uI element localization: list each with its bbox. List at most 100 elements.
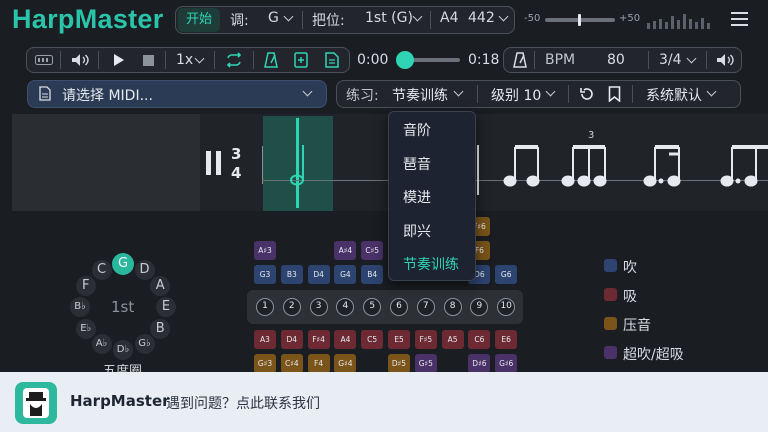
harp-note-cell[interactable]: G♯3 <box>254 354 276 373</box>
document-icon[interactable] <box>325 52 339 68</box>
range-min-label: -50 <box>524 13 541 24</box>
harp-note-cell[interactable]: G3 <box>254 265 276 284</box>
menu-item-sequence[interactable]: 模进 <box>403 187 431 207</box>
harp-note-cell[interactable]: G6 <box>495 265 518 284</box>
triplet-label: 3 <box>588 130 595 141</box>
key-select[interactable]: G <box>268 10 279 26</box>
harmonica-icon[interactable] <box>35 55 53 65</box>
position-select[interactable]: 1st (G) <box>365 10 413 26</box>
divider <box>60 51 61 69</box>
legend-label: 超吹/超吸 <box>623 347 684 363</box>
cof-note[interactable]: B♭ <box>70 297 90 317</box>
cof-note[interactable]: A <box>150 275 171 296</box>
harp-note-cell[interactable]: D4 <box>280 330 303 349</box>
menu-item-rhythm-training[interactable]: 节奏训练 <box>403 254 459 274</box>
cof-note[interactable]: B <box>150 318 171 339</box>
harp-note-cell[interactable]: G4 <box>334 265 357 284</box>
harp-note-cell[interactable]: A4 <box>334 330 357 349</box>
tuning-slider[interactable] <box>545 14 615 26</box>
speed-select[interactable]: 1x <box>176 52 193 68</box>
progress-slider[interactable] <box>396 51 460 69</box>
divider <box>568 85 569 103</box>
harp-note-cell[interactable]: D4 <box>307 265 330 284</box>
divider <box>302 11 303 29</box>
midi-file-placeholder: 请选择 MIDI... <box>62 88 153 104</box>
cof-note[interactable]: A♭ <box>91 334 112 355</box>
divider <box>98 51 99 69</box>
hole-number[interactable]: 8 <box>443 298 462 316</box>
hole-number[interactable]: 7 <box>416 298 435 316</box>
cof-note[interactable]: F <box>75 275 96 296</box>
harp-note-cell[interactable]: C5 <box>361 330 384 349</box>
position-label: 把位: <box>312 13 345 29</box>
cof-note[interactable]: E <box>156 297 176 317</box>
divider <box>430 11 431 29</box>
harp-note-cell[interactable]: D♯5 <box>388 354 410 373</box>
harp-note-cell[interactable]: C♯4 <box>280 354 303 373</box>
hole-number[interactable]: 2 <box>282 298 301 316</box>
stop-icon[interactable] <box>143 55 154 66</box>
menu-item-scale[interactable]: 音阶 <box>403 120 431 140</box>
support-banner[interactable]: HarpMaster 遇到问题？点此联系我们 <box>0 372 768 432</box>
banner-app-name: HarpMaster <box>70 392 170 410</box>
divider <box>534 51 535 69</box>
cof-note[interactable]: G♭ <box>134 334 155 355</box>
harmonica-player-icon <box>23 388 49 418</box>
harp-note-cell[interactable]: B3 <box>280 265 303 284</box>
practice-mode-menu: 音阶 琶音 模进 即兴 节奏训练 <box>388 111 476 281</box>
harp-note-cell[interactable]: E5 <box>388 330 410 349</box>
cof-note[interactable]: D <box>134 259 155 280</box>
preset-select[interactable]: 系统默认 <box>646 85 702 105</box>
add-track-icon[interactable] <box>294 52 308 68</box>
tuning-frequency[interactable]: 442 <box>468 10 495 26</box>
harp-note-cell[interactable]: B4 <box>361 265 384 284</box>
cof-note[interactable]: G <box>112 253 134 275</box>
cof-note[interactable]: E♭ <box>75 318 96 339</box>
bpm-value[interactable]: 80 <box>607 52 625 68</box>
metronome-icon[interactable] <box>264 52 278 68</box>
notes-graphic <box>290 145 768 195</box>
level-select[interactable]: 级别 10 <box>491 85 541 105</box>
play-icon[interactable] <box>113 53 125 67</box>
pause-icon[interactable] <box>206 151 223 175</box>
harp-note-cell[interactable]: A♯4 <box>334 241 357 260</box>
hole-number[interactable]: 6 <box>390 298 408 316</box>
hole-number[interactable]: 3 <box>309 298 328 316</box>
practice-mode-select[interactable]: 节奏训练 <box>392 85 448 105</box>
harp-note-cell[interactable]: D♯6 <box>468 354 491 373</box>
menu-icon[interactable] <box>731 12 748 26</box>
harp-note-cell[interactable]: F♯4 <box>307 330 330 349</box>
time-signature-select[interactable]: 3/4 <box>659 52 682 68</box>
time-total: 0:18 <box>468 52 500 68</box>
key-position-group <box>175 6 515 34</box>
harp-note-cell[interactable]: C6 <box>468 330 491 349</box>
start-button[interactable]: 开始 <box>178 8 220 32</box>
harp-note-cell[interactable]: A♯3 <box>254 241 276 260</box>
harp-note-cell[interactable]: C♯5 <box>361 241 384 260</box>
app-icon <box>15 382 57 424</box>
barline <box>262 146 263 184</box>
time-signature-bottom: 4 <box>231 164 242 182</box>
harp-note-cell[interactable]: E6 <box>495 330 518 349</box>
harp-note-cell[interactable]: G♯4 <box>334 354 357 373</box>
banner-message[interactable]: 遇到问题？点此联系我们 <box>166 393 320 413</box>
speaker-icon[interactable] <box>71 53 89 67</box>
bookmark-icon[interactable] <box>608 86 621 102</box>
waveform-icon <box>647 14 710 29</box>
reset-icon[interactable] <box>579 86 595 102</box>
menu-item-improv[interactable]: 即兴 <box>403 221 431 241</box>
harp-note-cell[interactable]: A5 <box>441 330 464 349</box>
divider <box>253 51 254 69</box>
harp-note-cell[interactable]: F4 <box>307 354 330 373</box>
speaker-icon[interactable] <box>716 53 734 67</box>
hole-number[interactable]: 1 <box>256 298 274 316</box>
harp-note-cell[interactable]: G♯5 <box>414 354 437 373</box>
cof-note[interactable]: D♭ <box>113 340 133 360</box>
cof-note[interactable]: C <box>91 259 112 280</box>
progress-knob[interactable] <box>396 51 415 69</box>
harp-note-cell[interactable]: A3 <box>254 330 276 349</box>
menu-item-arpeggio[interactable]: 琶音 <box>403 154 431 174</box>
loop-icon[interactable] <box>225 52 243 68</box>
harp-note-cell[interactable]: G♯6 <box>495 354 518 373</box>
harp-note-cell[interactable]: F♯5 <box>414 330 437 349</box>
